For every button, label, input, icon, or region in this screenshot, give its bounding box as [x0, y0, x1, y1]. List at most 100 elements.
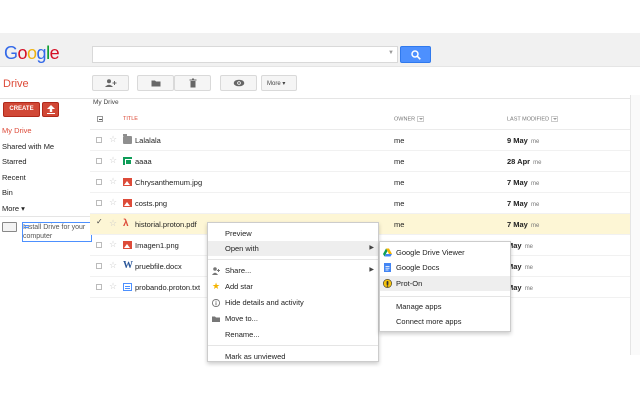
submenu-item-drive-viewer[interactable]: Google Drive Viewer — [380, 245, 510, 260]
menu-item-add-star[interactable]: ★ Add star — [208, 279, 378, 294]
delete-button[interactable] — [174, 75, 211, 91]
submenu-arrow-icon: ▶ — [369, 267, 374, 273]
folder-icon — [151, 80, 160, 87]
file-owner: me — [394, 220, 405, 229]
submenu-divider — [380, 296, 510, 297]
star-icon[interactable]: ☆ — [109, 134, 117, 145]
add-person-icon — [104, 79, 116, 87]
file-modified: 7 May me — [507, 199, 540, 208]
column-owner[interactable]: OWNER — [394, 116, 425, 122]
star-icon[interactable]: ☆ — [109, 155, 117, 166]
row-checkbox[interactable] — [96, 200, 102, 206]
file-row[interactable]: ☆ aaaa me 28 Apr me — [90, 151, 630, 172]
search-box[interactable]: ▼ — [92, 46, 398, 63]
sidebar-item-more[interactable]: More ▾ — [2, 204, 25, 213]
menu-divider — [208, 259, 378, 260]
menu-item-move-to[interactable]: Move to... — [208, 311, 378, 326]
more-actions-button[interactable]: More ▾ — [261, 75, 297, 91]
row-checkbox[interactable] — [96, 263, 102, 269]
sort-icon[interactable] — [417, 116, 425, 122]
menu-item-share[interactable]: Share... ▶ — [208, 263, 378, 278]
star-icon: ★ — [212, 281, 221, 291]
select-all-checkbox[interactable] — [97, 116, 103, 122]
search-button[interactable] — [400, 46, 431, 63]
search-input[interactable] — [93, 47, 383, 62]
preview-button[interactable] — [220, 75, 257, 91]
file-owner: me — [394, 157, 405, 166]
menu-item-mark-unviewed[interactable]: Mark as unviewed — [208, 349, 378, 361]
row-checkbox-checked[interactable] — [96, 217, 103, 227]
star-icon[interactable]: ☆ — [109, 239, 117, 250]
file-owner: me — [394, 199, 405, 208]
file-modified: 9 May me — [507, 136, 540, 145]
file-name[interactable]: Lalalala — [135, 136, 161, 145]
image-file-icon — [123, 199, 132, 207]
upload-button[interactable] — [42, 102, 59, 117]
file-name[interactable]: historial.proton.pdf — [135, 220, 197, 229]
file-name[interactable]: costs.png — [135, 199, 167, 208]
file-name[interactable]: pruebfile.docx — [135, 262, 182, 271]
info-icon — [212, 299, 220, 307]
row-checkbox[interactable] — [96, 242, 102, 248]
file-name[interactable]: aaaa — [135, 157, 152, 166]
star-icon[interactable]: ☆ — [109, 197, 117, 208]
submenu-item-prot-on[interactable]: Prot-On — [380, 276, 510, 291]
sidebar-item-my-drive[interactable]: My Drive — [2, 126, 32, 135]
row-checkbox[interactable] — [96, 137, 102, 143]
menu-item-hide-details[interactable]: Hide details and activity — [208, 295, 378, 310]
sidebar-item-recent[interactable]: Recent — [2, 173, 26, 182]
row-checkbox[interactable] — [96, 179, 102, 185]
sidebar-item-bin[interactable]: Bin — [2, 188, 13, 197]
star-icon[interactable]: ☆ — [109, 281, 117, 292]
row-checkbox[interactable] — [96, 158, 102, 164]
drive-viewer-icon — [383, 248, 392, 257]
file-name[interactable]: Imagen1.png — [135, 241, 179, 250]
open-with-submenu: Google Drive Viewer Google Docs Prot-On … — [379, 241, 511, 332]
folder-icon — [123, 134, 132, 144]
file-modified: 28 Apr me — [507, 157, 542, 166]
word-file-icon: W — [123, 260, 133, 271]
submenu-arrow-icon: ▶ — [369, 245, 374, 251]
sidebar-item-shared-with-me[interactable]: Shared with Me — [2, 142, 54, 151]
file-row[interactable]: ☆ costs.png me 7 May me — [90, 193, 630, 214]
share-button[interactable] — [92, 75, 129, 91]
menu-item-open-with[interactable]: Open with ▶ — [208, 241, 378, 256]
image-file-icon — [123, 241, 132, 249]
file-name[interactable]: probando.proton.txt — [135, 283, 200, 292]
file-row[interactable]: ☆ Lalalala me 9 May me — [90, 130, 630, 151]
file-row[interactable]: ☆ Chrysanthemum.jpg me 7 May me — [90, 172, 630, 193]
star-icon[interactable]: ☆ — [109, 260, 117, 271]
create-button[interactable]: CREATE — [3, 102, 40, 117]
google-logo[interactable]: Google — [4, 43, 60, 64]
install-drive-label: Install Drive for your computer — [22, 222, 92, 242]
row-checkbox[interactable] — [96, 284, 102, 290]
file-owner: me — [394, 178, 405, 187]
context-menu: Preview Open with ▶ Share... ▶ ★ Add star … — [207, 222, 379, 362]
submenu-item-manage-apps[interactable]: Manage apps — [380, 299, 510, 314]
sort-icon[interactable] — [551, 116, 559, 122]
sidebar-divider — [0, 216, 90, 217]
top-strip — [0, 0, 640, 33]
submenu-item-google-docs[interactable]: Google Docs — [380, 260, 510, 275]
star-icon[interactable]: ☆ — [109, 218, 117, 229]
search-icon — [411, 50, 421, 60]
new-folder-button[interactable] — [137, 75, 174, 91]
star-icon[interactable]: ☆ — [109, 176, 117, 187]
search-options-icon[interactable]: ▼ — [388, 50, 394, 56]
menu-item-preview[interactable]: Preview — [208, 226, 378, 241]
breadcrumb[interactable]: My Drive — [93, 99, 119, 106]
file-name[interactable]: Chrysanthemum.jpg — [135, 178, 202, 187]
file-owner: me — [394, 136, 405, 145]
trash-icon — [189, 78, 196, 88]
column-last-modified[interactable]: LAST MODIFIED — [507, 116, 559, 122]
scrollbar[interactable] — [630, 95, 640, 355]
folder-icon — [212, 316, 220, 322]
share-person-icon — [212, 267, 220, 275]
menu-item-rename[interactable]: Rename... — [208, 327, 378, 342]
eye-icon — [233, 79, 244, 87]
column-title[interactable]: TITLE — [123, 116, 138, 122]
pdf-file-icon: λ — [123, 218, 129, 229]
drive-title[interactable]: Drive — [3, 78, 29, 90]
submenu-item-connect-apps[interactable]: Connect more apps — [380, 314, 510, 329]
sidebar-item-starred[interactable]: Starred — [2, 157, 27, 166]
